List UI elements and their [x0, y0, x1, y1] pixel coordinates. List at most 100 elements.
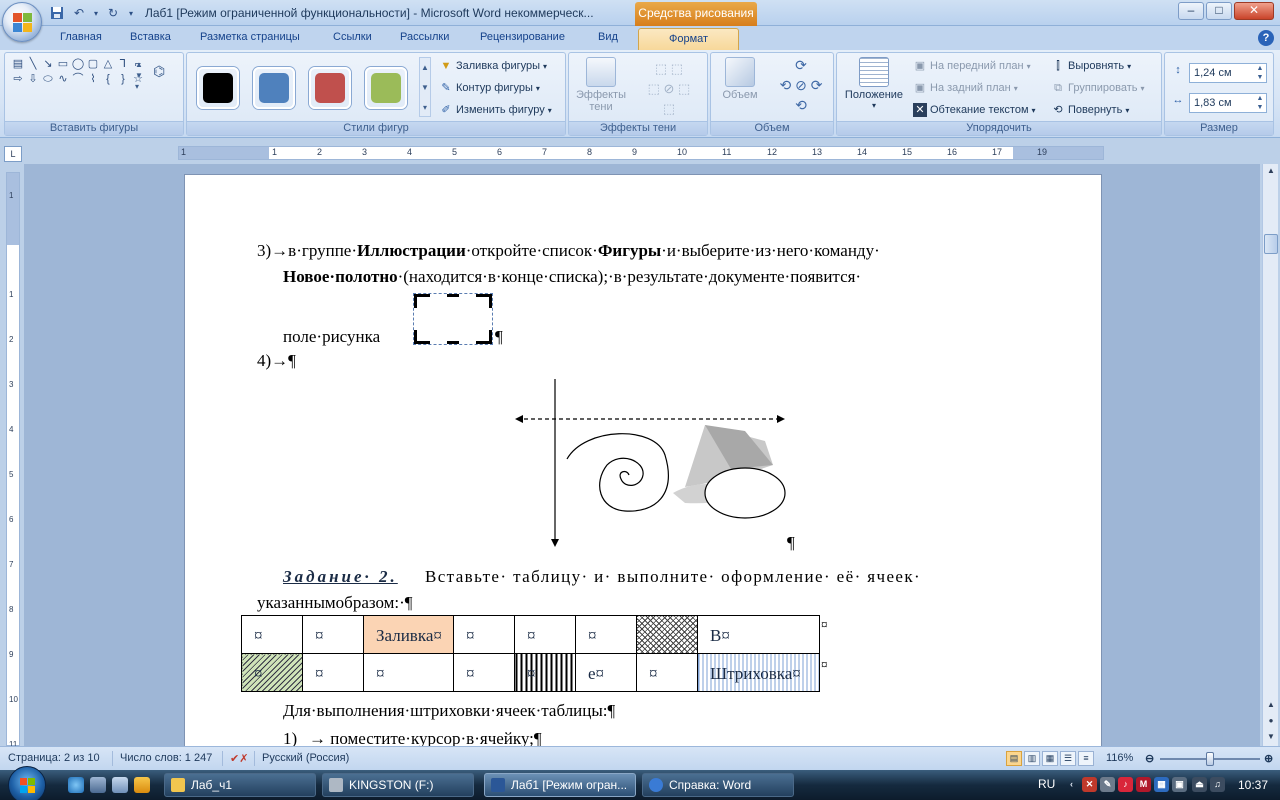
taskbar-item-word[interactable]: Лаб1 [Режим огран... — [484, 773, 636, 797]
switch-windows-icon[interactable] — [112, 777, 128, 793]
draft-view-icon[interactable]: ≡ — [1078, 751, 1094, 766]
tab-selector[interactable]: L — [4, 146, 22, 162]
line-shape-icon[interactable]: ╲ — [26, 57, 40, 71]
full-screen-view-icon[interactable]: ▥ — [1024, 751, 1040, 766]
edit-points-icon[interactable]: ⌬ — [153, 63, 165, 80]
taskbar-item-folder[interactable]: Лаб_ч1 — [164, 773, 316, 797]
vertical-ruler[interactable]: 1 1 2 3 4 5 6 7 8 9 10 11 — [6, 172, 20, 749]
word-count[interactable]: Число слов: 1 247 — [120, 752, 212, 764]
canvas-corner-handle[interactable] — [414, 294, 430, 308]
style-swatch-red[interactable] — [309, 67, 351, 109]
shape-fill-button[interactable]: ▼ Заливка фигуры ▾ — [439, 59, 547, 73]
outline-view-icon[interactable]: ☰ — [1060, 751, 1076, 766]
close-button[interactable]: ✕ — [1234, 2, 1274, 20]
zoom-in-icon[interactable]: ⊕ — [1264, 752, 1273, 765]
spelling-check-icon[interactable]: ✔✗ — [230, 752, 248, 765]
print-layout-view-icon[interactable]: ▤ — [1006, 751, 1022, 766]
textbox-shape-icon[interactable]: ▤ — [11, 57, 25, 71]
tray-app-icon[interactable]: ✎ — [1100, 777, 1115, 792]
web-layout-view-icon[interactable]: ▦ — [1042, 751, 1058, 766]
triangle-shape-icon[interactable]: △ — [101, 57, 115, 71]
height-spinner-icon[interactable]: ▲ ▼ — [1254, 64, 1266, 82]
rounded-rect-shape-icon[interactable]: ▢ — [86, 57, 100, 71]
taskbar-item-help[interactable]: Справка: Word — [642, 773, 794, 797]
media-player-icon[interactable] — [134, 777, 150, 793]
volume-button[interactable]: Объем — [715, 57, 765, 101]
change-shape-button[interactable]: ✐ Изменить фигуру ▾ — [439, 103, 551, 117]
zoom-out-icon[interactable]: ⊖ — [1145, 752, 1154, 765]
tab-references[interactable]: Ссылки — [333, 31, 372, 43]
horizontal-ruler[interactable]: 1 1 2 3 4 5 6 7 8 9 10 11 12 13 14 15 16 17 19 — [178, 146, 1104, 160]
table-cell[interactable]: е¤ — [575, 653, 637, 692]
scroll-thumb[interactable] — [1264, 234, 1278, 254]
show-desktop-icon[interactable] — [90, 777, 106, 793]
table-cell[interactable]: ¤ — [241, 615, 303, 654]
office-button[interactable] — [2, 2, 42, 42]
connector-shape-icon[interactable]: ⅂ — [116, 57, 130, 71]
tray-app-icon[interactable]: ♪ — [1118, 777, 1133, 792]
table-cell[interactable]: ¤ — [302, 615, 364, 654]
style-swatch-black[interactable] — [197, 67, 239, 109]
tab-view[interactable]: Вид — [598, 31, 618, 43]
table-cell[interactable]: ¤ — [363, 653, 454, 692]
send-back-button[interactable]: ▣ На задний план ▾ — [913, 81, 1018, 95]
arrow-shape-icon[interactable]: ↘ — [41, 57, 55, 71]
language-indicator[interactable]: Русский (Россия) — [262, 752, 349, 764]
curve-shape-icon[interactable]: ⌒ — [71, 72, 85, 86]
drawing-canvas-inline[interactable] — [413, 293, 493, 345]
zoom-level[interactable]: 116% — [1106, 752, 1133, 764]
tab-insert[interactable]: Вставка — [130, 31, 171, 43]
oval-shape-icon[interactable]: ◯ — [71, 57, 85, 71]
brace-right-icon[interactable]: } — [116, 72, 130, 86]
undo-dropdown-icon[interactable]: ▾ — [92, 4, 100, 22]
customize-qat-icon[interactable]: ▾ — [126, 4, 136, 22]
save-icon[interactable] — [48, 4, 66, 22]
shape-width-field[interactable]: 1,83 см ▲ ▼ — [1189, 93, 1267, 113]
brace-left-icon[interactable]: { — [101, 72, 115, 86]
document-page[interactable]: 3)→в·группе·Иллюстрации·откройте·список·… — [184, 174, 1102, 746]
clock[interactable]: 10:37 — [1238, 778, 1268, 792]
block-arrow-right-icon[interactable]: ⇨ — [11, 72, 25, 86]
table-cell[interactable]: ¤ — [575, 615, 637, 654]
curved-connector-icon[interactable]: ∿ — [56, 72, 70, 86]
canvas-corner-handle[interactable] — [476, 294, 492, 308]
table-cell[interactable]: ¤ — [514, 615, 576, 654]
shape-outline-button[interactable]: ✎ Контур фигуры ▾ — [439, 81, 540, 95]
width-spinner-icon[interactable]: ▲ ▼ — [1254, 94, 1266, 112]
redo-icon[interactable]: ↻ — [104, 4, 122, 22]
table-cell[interactable]: ¤ — [453, 615, 515, 654]
drawing-shapes[interactable] — [505, 375, 795, 555]
table-cell-diag-hatch[interactable]: ¤ — [241, 653, 303, 692]
tilt-icons[interactable]: ⟳ ⟲ ⊘ ⟳ ⟲ — [771, 55, 831, 115]
canvas-corner-handle[interactable] — [476, 330, 492, 344]
tab-page-layout[interactable]: Разметка страницы — [200, 31, 300, 43]
text-wrap-button[interactable]: ✕ Обтекание текстом ▾ — [913, 103, 1036, 117]
tab-review[interactable]: Рецензирование — [480, 31, 565, 43]
position-button[interactable]: Положение ▾ — [841, 57, 907, 110]
shape-height-field[interactable]: 1,24 см ▲ ▼ — [1189, 63, 1267, 83]
freeform-shape-icon[interactable]: ⌇ — [86, 72, 100, 86]
table-cell[interactable]: ¤ — [453, 653, 515, 692]
tab-home[interactable]: Главная — [60, 31, 102, 43]
tray-app-icon[interactable]: ✕ — [1082, 777, 1097, 792]
rectangle-shape-icon[interactable]: ▭ — [56, 57, 70, 71]
volume-icon[interactable]: ♫ — [1210, 777, 1225, 792]
rotate-button[interactable]: ⟲ Повернуть ▾ — [1051, 103, 1129, 117]
internet-explorer-icon[interactable] — [68, 777, 84, 793]
table-cell[interactable]: В¤ — [697, 615, 820, 654]
table-cell-crosshatch[interactable] — [636, 615, 698, 654]
start-button[interactable] — [8, 766, 46, 800]
help-icon[interactable]: ? — [1258, 30, 1274, 46]
page-count[interactable]: Страница: 2 из 10 — [8, 752, 100, 764]
canvas-corner-handle[interactable] — [414, 330, 430, 344]
undo-icon[interactable]: ↶ — [70, 4, 88, 22]
table-cell[interactable]: ¤ — [636, 653, 698, 692]
table-cell[interactable]: ¤ — [302, 653, 364, 692]
tray-app-icon[interactable]: M — [1136, 777, 1151, 792]
bring-front-button[interactable]: ▣ На передний план ▾ — [913, 59, 1031, 73]
shapes-scroll-icon[interactable]: ▲ ▼ ▾ — [135, 59, 143, 92]
maximize-button[interactable]: □ — [1206, 2, 1232, 20]
table-cell-hatch[interactable]: Штриховка¤ — [697, 653, 820, 692]
vertical-scrollbar[interactable]: ▲ ▲ ● ▼ — [1262, 164, 1278, 746]
tray-app-icon[interactable]: ▣ — [1172, 777, 1187, 792]
